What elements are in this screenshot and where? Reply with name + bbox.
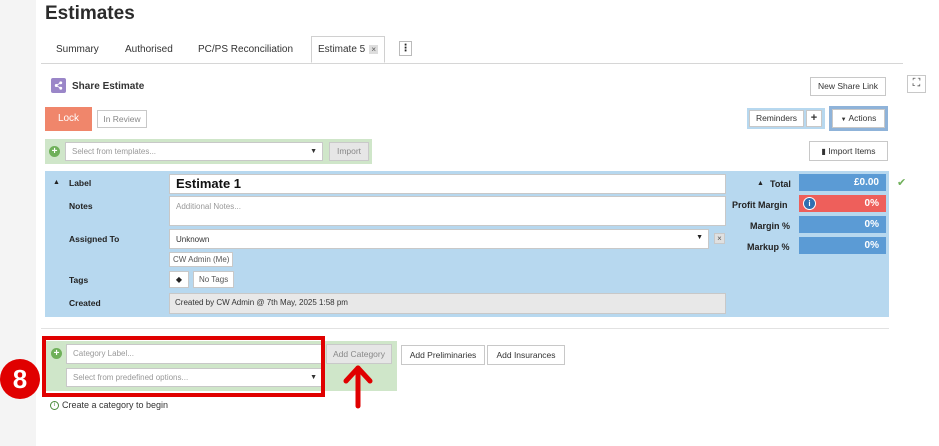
- section-divider: [41, 328, 889, 329]
- assignee-chip[interactable]: CW Admin (Me): [169, 252, 234, 267]
- info-icon[interactable]: i: [803, 197, 816, 210]
- fullscreen-icon[interactable]: ⛶: [907, 75, 926, 93]
- clear-icon[interactable]: ×: [714, 233, 725, 244]
- highlight-box: [42, 336, 325, 397]
- reminders-group: Reminders +: [747, 108, 825, 129]
- caret-down-icon: ▼: [696, 234, 703, 241]
- page: Estimates Summary Authorised PC/PS Recon…: [36, 0, 939, 446]
- info-icon: i: [50, 401, 59, 410]
- actions-group: ▼ Actions: [829, 106, 888, 131]
- import-items-label: Import Items: [828, 146, 876, 156]
- tab-authorised[interactable]: Authorised: [125, 43, 173, 62]
- share-icon[interactable]: [51, 78, 66, 93]
- total-label: Total: [770, 179, 791, 189]
- actions-button[interactable]: ▼ Actions: [832, 109, 885, 128]
- tab-summary[interactable]: Summary: [56, 43, 99, 62]
- in-review-button[interactable]: In Review: [97, 110, 147, 128]
- profit-margin-box: i 0%: [799, 195, 886, 212]
- estimate-details-panel: ▲ Label Estimate 1 Notes Additional Note…: [45, 171, 889, 317]
- lock-button[interactable]: Lock: [45, 107, 92, 131]
- tabs-divider: [41, 63, 903, 64]
- tab-label: Estimate 5: [318, 44, 366, 55]
- notes-textarea[interactable]: Additional Notes...: [169, 196, 726, 226]
- created-caption: Created: [69, 298, 101, 308]
- more-tabs-button[interactable]: ⋮: [399, 41, 412, 56]
- template-bar: + Select from templates... ▼ Import: [45, 139, 372, 164]
- assigned-to-caption: Assigned To: [69, 234, 120, 244]
- add-icon[interactable]: +: [49, 146, 60, 157]
- created-field: Created by CW Admin @ 7th May, 2025 1:58…: [169, 293, 726, 314]
- markup-value: 0%: [799, 237, 886, 254]
- margin-value: 0%: [799, 216, 886, 233]
- caret-down-icon: ▼: [840, 117, 847, 123]
- document-icon: ▮: [821, 147, 826, 156]
- assigned-to-value: Unknown: [176, 235, 210, 244]
- notes-caption: Notes: [69, 201, 93, 211]
- margin-label: Margin %: [750, 221, 791, 231]
- actions-label: Actions: [848, 113, 877, 123]
- import-items-button[interactable]: ▮ Import Items: [809, 141, 888, 161]
- add-reminder-button[interactable]: +: [806, 110, 822, 127]
- tab-estimate-5[interactable]: Estimate 5 ×: [311, 36, 386, 63]
- caret-up-icon[interactable]: ▲: [757, 180, 764, 187]
- markup-label: Markup %: [747, 242, 790, 252]
- check-icon: ✔: [897, 177, 907, 189]
- add-preliminaries-button[interactable]: Add Preliminaries: [401, 345, 485, 365]
- assigned-to-select[interactable]: Unknown ▼: [169, 229, 709, 249]
- profit-margin-value: 0%: [864, 198, 879, 209]
- profit-margin-label: Profit Margin: [732, 200, 788, 210]
- tags-caption: Tags: [69, 275, 89, 285]
- total-value: £0.00: [799, 174, 886, 191]
- tab-pcps-reconciliation[interactable]: PC/PS Reconciliation: [198, 43, 293, 62]
- share-estimate-label[interactable]: Share Estimate: [72, 81, 144, 92]
- template-select[interactable]: Select from templates... ▼: [65, 142, 323, 161]
- arrow-up-icon: [341, 364, 375, 412]
- reminders-button[interactable]: Reminders: [749, 110, 804, 127]
- add-category-button[interactable]: Add Category: [326, 344, 392, 364]
- step-badge: 8: [0, 359, 40, 399]
- add-insurances-button[interactable]: Add Insurances: [487, 345, 565, 365]
- caret-up-icon[interactable]: ▲: [53, 179, 60, 186]
- close-icon[interactable]: ×: [369, 45, 379, 54]
- tags-chip[interactable]: No Tags: [193, 271, 235, 288]
- label-caption: Label: [69, 178, 92, 188]
- new-share-link-button[interactable]: New Share Link: [810, 77, 886, 96]
- caret-down-icon: ▼: [310, 148, 317, 155]
- estimate-label-input[interactable]: Estimate 1: [169, 174, 726, 194]
- import-button[interactable]: Import: [329, 142, 369, 161]
- page-title: Estimates: [45, 3, 135, 24]
- category-hint: Create a category to begin: [62, 400, 169, 410]
- template-select-placeholder: Select from templates...: [72, 147, 157, 156]
- tag-icon[interactable]: ◆: [169, 271, 189, 288]
